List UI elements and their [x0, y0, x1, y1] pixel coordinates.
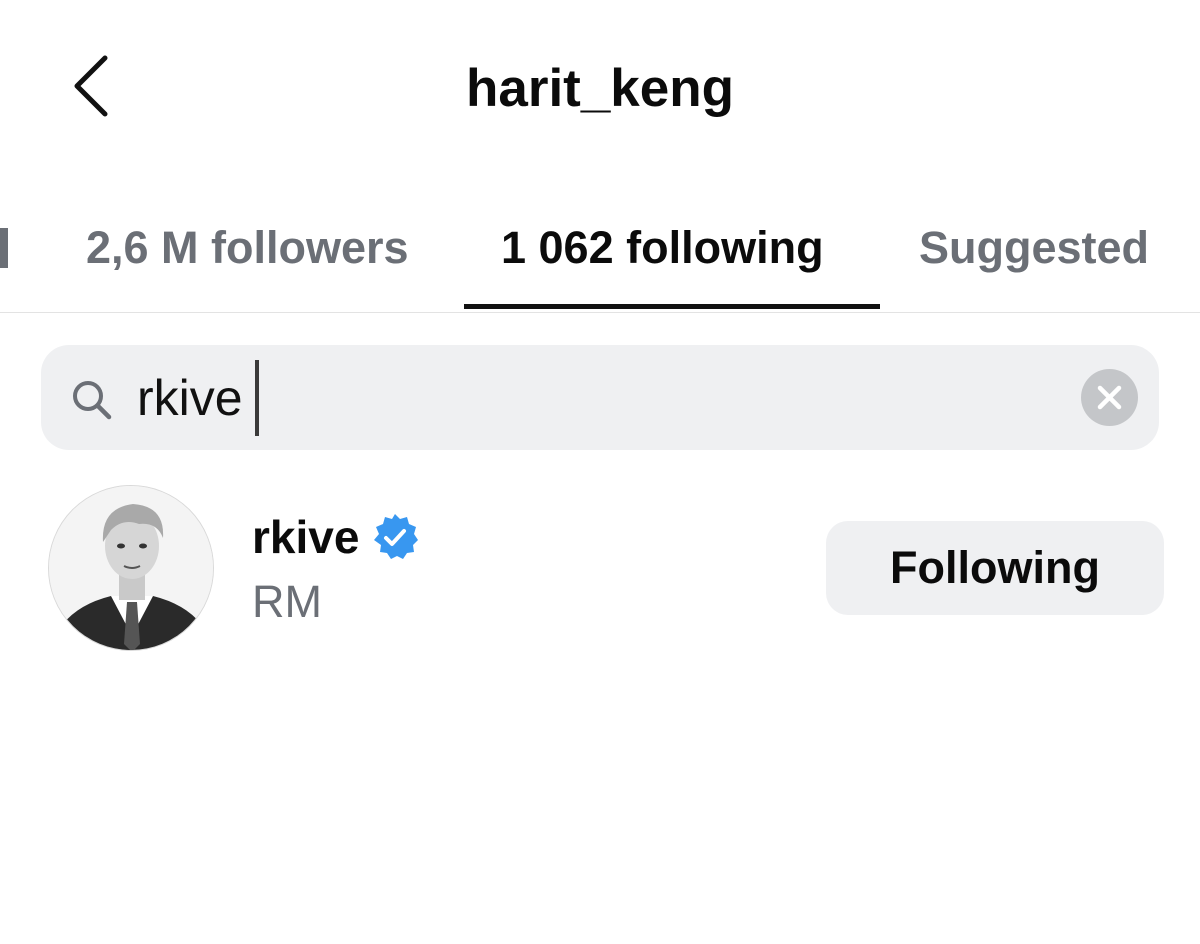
active-tab-indicator — [464, 304, 880, 309]
tab-followers[interactable]: 2,6 M followers — [86, 222, 409, 274]
tab-previous-cutoff[interactable] — [0, 228, 8, 268]
tab-following[interactable]: 1 062 following — [501, 222, 824, 274]
list-item[interactable]: rkive RM Following — [0, 470, 1200, 670]
verified-badge-icon — [374, 514, 418, 559]
result-username[interactable]: rkive — [252, 510, 359, 564]
tab-suggested[interactable]: Suggested — [919, 222, 1149, 274]
search-icon — [73, 381, 112, 420]
search-input[interactable] — [137, 360, 1037, 436]
page-title: harit_keng — [465, 59, 735, 118]
clear-search-button[interactable] — [1081, 369, 1138, 426]
result-full-name: RM — [252, 576, 322, 627]
avatar[interactable] — [48, 485, 214, 651]
text-caret — [255, 360, 259, 436]
header-bar: harit_keng — [0, 0, 1200, 170]
following-button[interactable]: Following — [826, 521, 1164, 615]
tab-bar: 2,6 M followers 1 062 following Suggeste… — [0, 200, 1200, 313]
clear-icon — [1097, 385, 1122, 410]
